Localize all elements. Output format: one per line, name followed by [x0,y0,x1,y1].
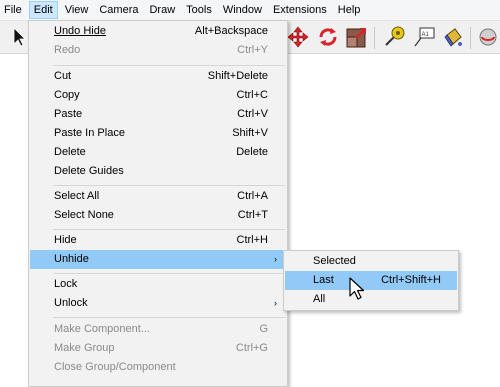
menu-draw[interactable]: Draw [145,1,179,19]
move-icon[interactable] [286,25,310,49]
tape-measure-icon[interactable] [382,25,406,49]
menu-item-select-all[interactable]: Select All Ctrl+A [30,187,286,206]
menu-item-shortcut: Shift+Delete [207,70,268,82]
menu-item-label: Selected [313,255,356,267]
menu-item-shortcut: Ctrl+Shift+H [381,274,441,286]
menu-item-cut[interactable]: Cut Shift+Delete [30,67,286,86]
menu-edit[interactable]: Edit [28,1,58,19]
menu-item-shortcut: Ctrl+T [237,209,268,221]
menu-item-label: Delete Guides [54,165,124,177]
menu-item-shortcut: Ctrl+Y [237,44,268,56]
menu-bar: File Edit View Camera Draw Tools Window … [0,0,500,21]
menu-item-unhide[interactable]: Unhide › [30,250,286,269]
menu-item-shortcut: Ctrl+A [237,190,268,202]
menu-item-shortcut: Alt+Backspace [194,25,268,37]
menu-item-label: Redo [54,44,81,56]
menu-item-copy[interactable]: Copy Ctrl+C [30,86,286,105]
menu-item-paste[interactable]: Paste Ctrl+V [30,105,286,124]
menu-item-hide[interactable]: Hide Ctrl+H [30,231,286,250]
menu-item-label: Select All [54,190,100,202]
submenu-arrow-icon: › [274,298,277,308]
submenu-item-last[interactable]: Last Ctrl+Shift+H [285,271,457,290]
menu-item-make-component[interactable]: Make Component... G [30,320,286,339]
scale-icon[interactable] [345,25,369,49]
menu-item-make-group[interactable]: Make Group Ctrl+G [30,339,286,358]
unhide-submenu: Selected Last Ctrl+Shift+H All [283,250,459,311]
menu-item-label: Paste [54,108,83,120]
paint-bucket-icon[interactable] [441,25,465,49]
menu-item-label: Hide [54,234,77,246]
menu-divider [53,185,285,186]
menu-item-shortcut: Ctrl+C [236,89,268,101]
rotate-icon[interactable] [316,25,340,49]
menu-item-select-none[interactable]: Select None Ctrl+T [30,206,286,225]
edit-menu-dropdown: Undo Hide Alt+Backspace Redo Ctrl+Y Cut … [28,20,288,387]
menu-item-delete[interactable]: Delete Delete [30,143,286,162]
menu-item-shortcut: G [259,323,268,335]
menu-item-label: Make Group [54,342,115,354]
menu-divider [53,273,285,274]
menu-item-label: All [313,293,326,305]
menu-item-close-group[interactable]: Close Group/Component [30,358,286,377]
text-tool-label: A1 [422,32,430,38]
menu-divider [53,65,285,66]
text-icon[interactable]: A1 [412,25,436,49]
menu-item-shortcut: Ctrl+H [236,234,268,246]
menu-view[interactable]: View [61,1,93,19]
mouse-cursor-icon [349,277,367,303]
menu-item-shortcut: Delete [236,146,268,158]
select-arrow-icon[interactable] [6,25,30,49]
menu-item-label: Copy [54,89,80,101]
menu-file[interactable]: File [0,1,26,19]
menu-item-label: Close Group/Component [54,361,176,373]
menu-item-lock[interactable]: Lock [30,275,286,294]
menu-item-label: Unlock [54,297,88,309]
toolbar-separator [470,27,471,49]
menu-item-label: Cut [54,70,72,82]
menu-item-shortcut: Ctrl+G [235,342,268,354]
menu-item-undo-hide[interactable]: Undo Hide Alt+Backspace [30,22,286,41]
submenu-arrow-icon: › [274,254,277,264]
toolbar-separator [374,27,375,49]
menu-tools[interactable]: Tools [182,1,216,19]
menu-item-paste-in-place[interactable]: Paste In Place Shift+V [30,124,286,143]
menu-divider [53,317,285,318]
menu-window[interactable]: Window [219,1,266,19]
menu-item-redo[interactable]: Redo Ctrl+Y [30,41,286,60]
menu-item-label: Paste In Place [54,127,125,139]
menu-item-label: Unhide [54,253,89,265]
menu-item-label: Last [313,274,334,286]
menu-item-shortcut: Ctrl+V [237,108,268,120]
menu-item-label: Lock [54,278,78,290]
menu-help[interactable]: Help [334,1,365,19]
submenu-item-all[interactable]: All [285,290,457,309]
menu-item-shortcut: Shift+V [232,127,268,139]
menu-extensions[interactable]: Extensions [269,1,331,19]
orbit-icon[interactable] [476,25,500,49]
menu-item-label: Undo Hide [54,25,106,37]
submenu-item-selected[interactable]: Selected [285,252,457,271]
menu-item-label: Delete [54,146,86,158]
menu-item-unlock[interactable]: Unlock › [30,294,286,313]
menu-item-delete-guides[interactable]: Delete Guides [30,162,286,181]
menu-item-label: Make Component... [54,323,150,335]
menu-camera[interactable]: Camera [95,1,142,19]
menu-item-label: Select None [54,209,114,221]
menu-divider [53,229,285,230]
